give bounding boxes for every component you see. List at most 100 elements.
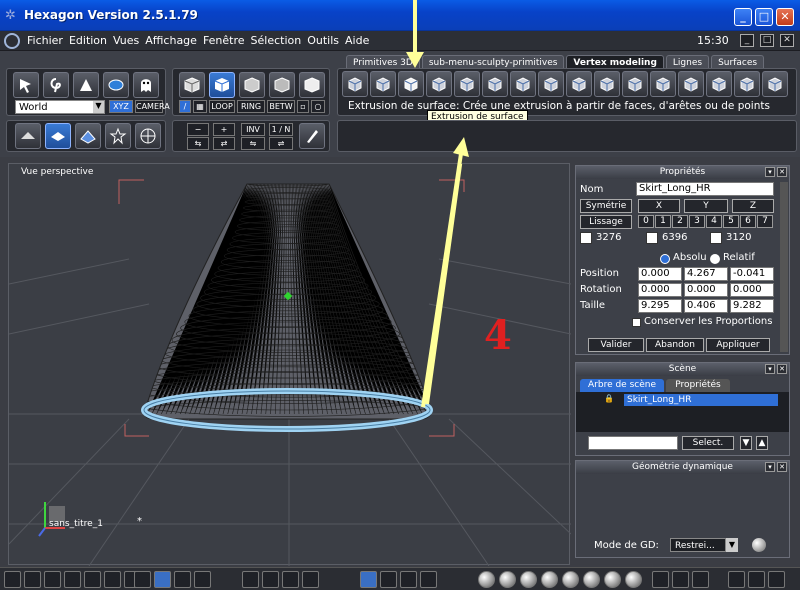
flat-shade-icon[interactable] [499,571,516,588]
pen-icon[interactable] [299,123,325,149]
scene-search-input[interactable] [588,436,678,450]
layout-6-icon[interactable] [104,571,121,588]
menu-item-7[interactable]: Aide [342,34,372,47]
light-1-icon[interactable] [652,571,669,588]
doc-maximize-button[interactable]: □ [760,34,774,47]
up-arrow-icon[interactable]: ▲ [756,436,768,450]
layer-icon[interactable] [45,123,71,149]
light-3-icon[interactable] [692,571,709,588]
object-mode-icon[interactable] [179,72,205,98]
grid-red-icon[interactable] [174,571,191,588]
smoothing-level-4[interactable]: 4 [706,215,722,228]
select-arrow-icon[interactable] [13,72,39,98]
render-3-icon[interactable] [768,571,785,588]
gd-mode-select[interactable]: Restrei... [670,538,726,552]
size-z-field[interactable]: 9.282 [730,299,774,313]
close-icon[interactable]: ✕ [777,462,787,472]
magic-select-icon[interactable] [103,72,129,98]
menu-item-0[interactable]: Fichier [24,34,66,47]
camera-button[interactable]: CAMERA [135,100,170,113]
select-button[interactable]: Select. [682,436,734,450]
cancel-button[interactable]: Abandon [646,338,704,352]
extrude-icon[interactable] [342,71,368,97]
validate-button[interactable]: Valider [588,338,644,352]
edge-mode-icon[interactable] [239,72,265,98]
size-y-field[interactable]: 0.406 [684,299,728,313]
relative-radio[interactable] [710,254,720,264]
grow-selection-button[interactable]: + [213,123,235,136]
zoom-icon[interactable] [282,571,299,588]
face-mode-icon[interactable] [209,72,235,98]
layout-3-icon[interactable] [44,571,61,588]
smooth-shade-icon[interactable] [520,571,537,588]
keep-proportions-checkbox[interactable] [632,318,641,327]
axis-y-button[interactable]: Y [684,199,728,213]
fill-icon[interactable] [734,71,760,97]
tab-3[interactable]: Lignes [665,55,710,69]
collapse-icon[interactable]: ▾ [765,167,775,177]
rotation-y-field[interactable]: 0.000 [684,283,728,297]
crease-icon[interactable] [762,71,788,97]
name-field[interactable]: Skirt_Long_HR [636,182,774,196]
lasso-select-icon[interactable] [43,72,69,98]
invert-selection-button[interactable]: INV [241,123,265,136]
tube-icon[interactable] [454,71,480,97]
smoothing-level-3[interactable]: 3 [689,215,705,228]
position-y-field[interactable]: 4.267 [684,267,728,281]
shadow-icon[interactable] [625,571,642,588]
smoothing-button[interactable]: Lissage [580,215,632,229]
select-a-icon[interactable]: ⇆ [187,137,209,150]
doc-close-button[interactable]: ✕ [780,34,794,47]
size-x-field[interactable]: 9.295 [638,299,682,313]
scene-item[interactable]: Skirt_Long_HR [624,394,778,406]
menu-item-6[interactable]: Outils [304,34,342,47]
weld-icon[interactable] [510,71,536,97]
menu-item-4[interactable]: Fenêtre [200,34,248,47]
hide-icon[interactable] [15,123,41,149]
hole-icon[interactable] [706,71,732,97]
gouraud-icon[interactable] [541,571,558,588]
menu-item-5[interactable]: Sélection [248,34,305,47]
grid-toggle-icon[interactable] [134,571,151,588]
close-icon[interactable]: ✕ [777,167,787,177]
grid-blue-icon[interactable] [154,571,171,588]
menu-item-2[interactable]: Vues [110,34,142,47]
lit-icon[interactable] [562,571,579,588]
menu-item-1[interactable]: Edition [66,34,110,47]
slice-icon[interactable] [566,71,592,97]
smoothing-level-5[interactable]: 5 [723,215,739,228]
textured-icon[interactable] [604,571,621,588]
select-d-icon[interactable]: ⇌ [269,137,293,150]
one-of-n-button[interactable]: 1 / N [269,123,293,136]
brush-icon[interactable]: / [179,100,191,113]
smoothing-level-2[interactable]: 2 [672,215,688,228]
menu-item-3[interactable]: Affichage [142,34,200,47]
layout-4-icon[interactable] [64,571,81,588]
layout-2-icon[interactable] [24,571,41,588]
render-2-icon[interactable] [748,571,765,588]
position-x-field[interactable]: 0.000 [638,267,682,281]
close-icon[interactable]: ✕ [777,364,787,374]
smoothing-level-6[interactable]: 6 [740,215,756,228]
smoothing-level-7[interactable]: 7 [757,215,773,228]
properties-scrollbar[interactable] [780,182,788,352]
tab-2[interactable]: Vertex modeling [566,55,664,69]
coordinate-system-select[interactable]: World [15,100,105,114]
shrink-icon[interactable]: ○ [311,100,325,113]
axis-z-button[interactable]: Z [732,199,774,213]
smoothing-level-0[interactable]: 0 [638,215,654,228]
close-button[interactable]: ✕ [776,8,794,26]
collapse-icon[interactable]: ▾ [765,364,775,374]
render-1-icon[interactable] [728,571,745,588]
split-icon[interactable] [650,71,676,97]
extrusion-surface-icon[interactable] [398,71,424,97]
3d-viewport[interactable]: Vue perspective 4 sans_titre_1 * [8,163,571,566]
scene-canvas[interactable] [9,164,571,566]
apply-button[interactable]: Appliquer [706,338,770,352]
star-icon[interactable] [105,123,131,149]
smoothing-level-1[interactable]: 1 [655,215,671,228]
absolute-radio[interactable] [660,254,670,264]
matcap-icon[interactable] [583,571,600,588]
collapse-icon[interactable]: ▾ [765,462,775,472]
bridge-icon[interactable] [482,71,508,97]
